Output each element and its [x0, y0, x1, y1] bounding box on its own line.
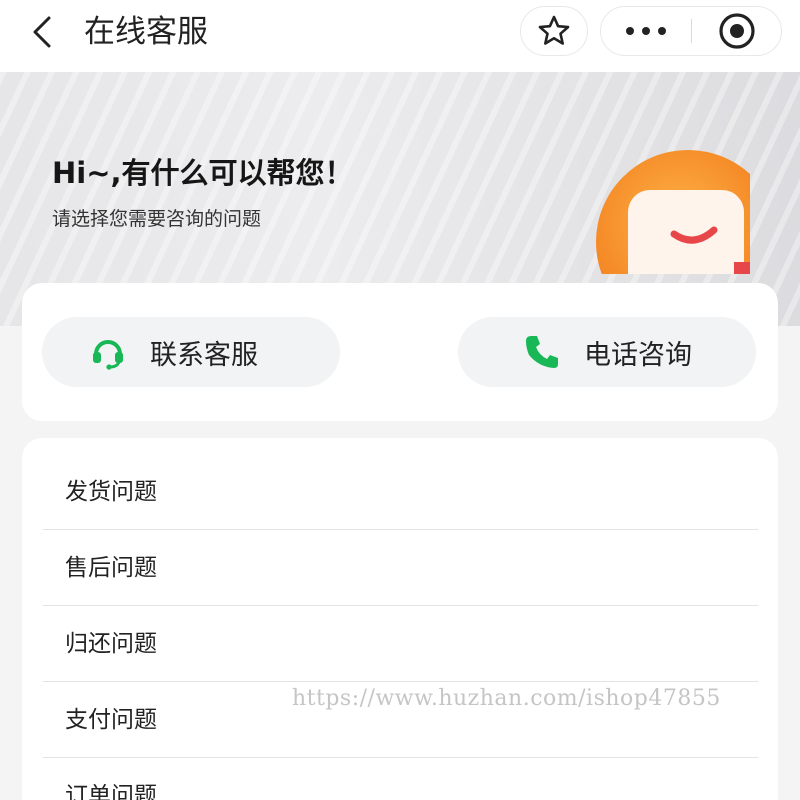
banner-title: Hi~,有什么可以帮您！: [52, 156, 354, 190]
mini-program-capsule: [600, 6, 782, 56]
close-button[interactable]: [693, 7, 781, 55]
watermark-text: https://www.huzhan.com/ishop47855: [292, 686, 721, 711]
list-item-label: 发货问题: [65, 479, 157, 505]
list-item[interactable]: 发货问题: [43, 454, 758, 530]
star-icon: [538, 15, 570, 45]
list-item[interactable]: 归还问题: [43, 606, 758, 682]
page-title: 在线客服: [84, 14, 208, 50]
phone-icon: [522, 332, 562, 372]
list-item[interactable]: 订单问题: [43, 758, 758, 800]
capsule-divider: [691, 19, 692, 43]
banner-subtitle: 请选择您需要咨询的问题: [52, 208, 262, 230]
more-button[interactable]: [601, 7, 691, 55]
list-item-label: 订单问题: [65, 783, 157, 800]
question-list: 发货问题 售后问题 归还问题 支付问题 订单问题: [22, 438, 778, 800]
list-item-label: 归还问题: [65, 631, 157, 657]
contact-service-label: 联系客服: [150, 339, 258, 371]
list-item-label: 支付问题: [65, 707, 157, 733]
back-button[interactable]: [22, 10, 62, 54]
list-item-label: 售后问题: [65, 555, 157, 581]
back-arrow-icon: [33, 16, 51, 48]
favorite-button[interactable]: [520, 6, 588, 56]
contact-options-card: 联系客服 电话咨询: [22, 283, 778, 421]
phone-consult-label: 电话咨询: [584, 339, 692, 371]
headset-icon: [88, 332, 128, 372]
top-nav-bar: 在线客服: [0, 0, 800, 72]
orange-chat-bubble-icon: [588, 150, 750, 274]
phone-consult-button[interactable]: 电话咨询: [458, 317, 756, 387]
more-dots-icon: [626, 27, 666, 35]
contact-service-button[interactable]: 联系客服: [42, 317, 340, 387]
target-circle-icon: [719, 13, 755, 49]
list-item[interactable]: 售后问题: [43, 530, 758, 606]
